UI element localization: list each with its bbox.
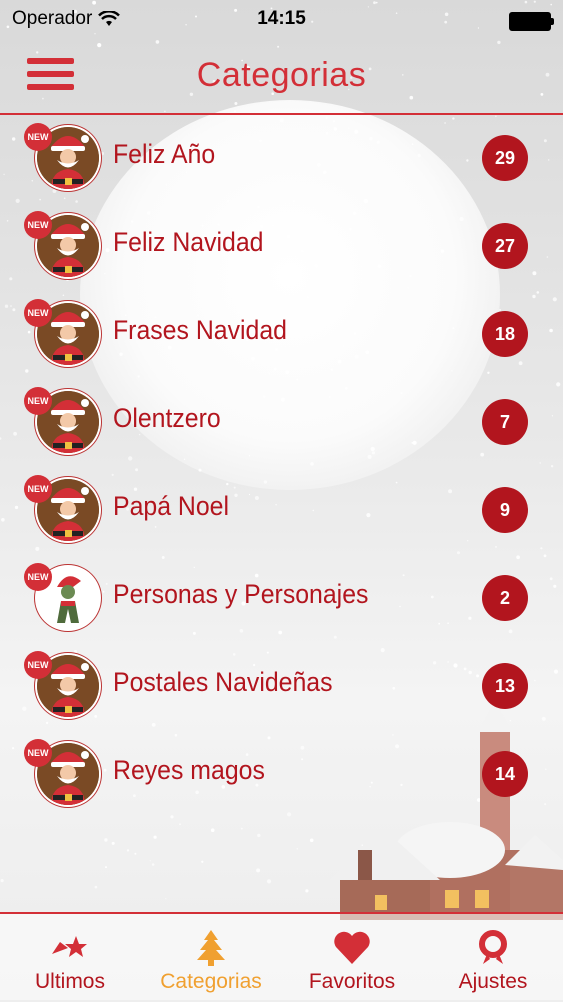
count-badge: 18 (482, 311, 528, 357)
category-row[interactable]: NEW Olentzero 7 (0, 377, 563, 465)
category-row[interactable]: NEW Personas y Personajes 2 (0, 553, 563, 641)
category-label: Feliz Navidad (113, 227, 264, 257)
tab-label-favoritos: Favoritos (308, 970, 396, 993)
category-label: Olentzero (113, 403, 221, 433)
shooting-star-icon (52, 936, 87, 957)
tab-favoritos[interactable]: Favoritos (282, 914, 422, 1002)
tab-bar: Ultimos Categorias Favoritos Ajustes (0, 912, 563, 1002)
tab-label-ajustes: Ajustes (458, 970, 528, 993)
count-badge: 7 (482, 399, 528, 445)
category-label: Personas y Personajes (113, 579, 369, 609)
count-badge: 29 (482, 135, 528, 181)
category-label: Feliz Año (113, 139, 216, 169)
new-badge: NEW (24, 651, 52, 679)
category-row[interactable]: NEW Feliz Año 29 (0, 113, 563, 201)
christmas-tree-icon (197, 930, 225, 966)
tab-ultimos[interactable]: Ultimos (0, 914, 140, 1002)
tab-label-categorias: Categorias (160, 970, 262, 993)
new-badge: NEW (24, 299, 52, 327)
category-row[interactable]: NEW Reyes magos 14 (0, 729, 563, 817)
category-label: Postales Navideñas (113, 667, 333, 697)
count-badge: 13 (482, 663, 528, 709)
new-badge: NEW (24, 563, 52, 591)
category-row[interactable]: NEW Papá Noel 9 (0, 465, 563, 553)
category-label: Papá Noel (113, 491, 230, 521)
status-time: 14:15 (257, 8, 306, 29)
tab-ajustes[interactable]: Ajustes (423, 914, 563, 1002)
new-badge: NEW (24, 739, 52, 767)
page-title: Categorias (196, 56, 367, 94)
count-badge: 9 (482, 487, 528, 533)
heart-icon (334, 931, 370, 964)
wreath-icon (479, 930, 507, 964)
category-row[interactable]: NEW Postales Navideñas 13 (0, 641, 563, 729)
category-label: Frases Navidad (113, 315, 287, 345)
category-row[interactable]: NEW Frases Navidad 18 (0, 289, 563, 377)
tab-categorias[interactable]: Categorias (141, 914, 281, 1002)
new-badge: NEW (24, 211, 52, 239)
tab-label-ultimos: Ultimos (34, 970, 105, 993)
new-badge: NEW (24, 123, 52, 151)
count-badge: 27 (482, 223, 528, 269)
new-badge: NEW (24, 475, 52, 503)
status-bar: Operador 14:15 (0, 0, 563, 40)
count-badge: 2 (482, 575, 528, 621)
category-row[interactable]: NEW Feliz Navidad 27 (0, 201, 563, 289)
battery-icon (509, 12, 554, 31)
category-label: Reyes magos (113, 755, 265, 785)
new-badge: NEW (24, 387, 52, 415)
count-badge: 14 (482, 751, 528, 797)
